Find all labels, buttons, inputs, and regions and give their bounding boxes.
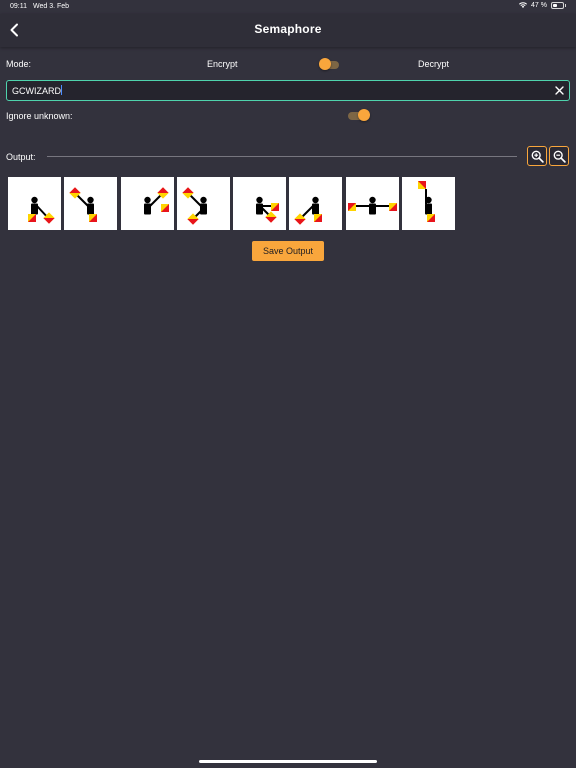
mode-toggle[interactable] [319, 58, 341, 72]
decrypt-label[interactable]: Decrypt [418, 59, 449, 69]
output-divider [47, 156, 517, 157]
status-date: Wed 3. Feb [33, 3, 70, 10]
semaphore-tile-a [289, 177, 342, 230]
status-time: 09:11 [10, 3, 27, 10]
encrypt-label[interactable]: Encrypt [207, 59, 238, 69]
semaphore-figure-icon [348, 196, 397, 215]
ignore-unknown-toggle[interactable] [348, 109, 370, 123]
semaphore-tile-g [8, 177, 61, 230]
output-label: Output: [6, 152, 36, 162]
clear-button[interactable] [554, 85, 565, 96]
semaphore-figure-icon [144, 187, 169, 215]
text-caret [61, 85, 62, 95]
close-icon [555, 86, 564, 95]
semaphore-tile-z [233, 177, 286, 230]
semaphore-figure-icon [256, 196, 279, 223]
semaphore-figure-icon [182, 187, 207, 225]
page-title: Semaphore [254, 22, 322, 36]
semaphore-tile-c [64, 177, 117, 230]
input-value: GCWIZARD [12, 86, 61, 96]
zoom-in-button[interactable] [527, 146, 547, 166]
semaphore-figure-icon [418, 181, 435, 222]
semaphore-figure-icon [69, 187, 97, 222]
zoom-out-button[interactable] [549, 146, 569, 166]
ignore-unknown-label: Ignore unknown: [6, 111, 73, 121]
status-indicators: 47 % [519, 2, 566, 9]
semaphore-tile-d [402, 177, 455, 230]
wifi-icon [519, 2, 528, 8]
mode-row: Mode: Encrypt Decrypt [0, 56, 576, 72]
mode-label: Mode: [6, 59, 32, 69]
semaphore-figure-icon [294, 196, 322, 225]
save-output-button[interactable]: Save Output [252, 241, 324, 261]
semaphore-figure-icon [28, 196, 55, 224]
semaphore-tile-w [121, 177, 174, 230]
text-input[interactable]: GCWIZARD [6, 80, 570, 101]
app-bar: Semaphore [0, 14, 576, 47]
zoom-in-icon [531, 150, 544, 163]
semaphore-tile-r [346, 177, 399, 230]
zoom-out-icon [553, 150, 566, 163]
status-bar: 09:11 Wed 3. Feb 47 % [0, 0, 576, 14]
semaphore-tile-i [177, 177, 230, 230]
battery-percent: 47 % [531, 2, 547, 9]
semaphore-output [0, 177, 576, 231]
battery-icon [551, 2, 566, 9]
home-indicator[interactable] [199, 760, 377, 763]
